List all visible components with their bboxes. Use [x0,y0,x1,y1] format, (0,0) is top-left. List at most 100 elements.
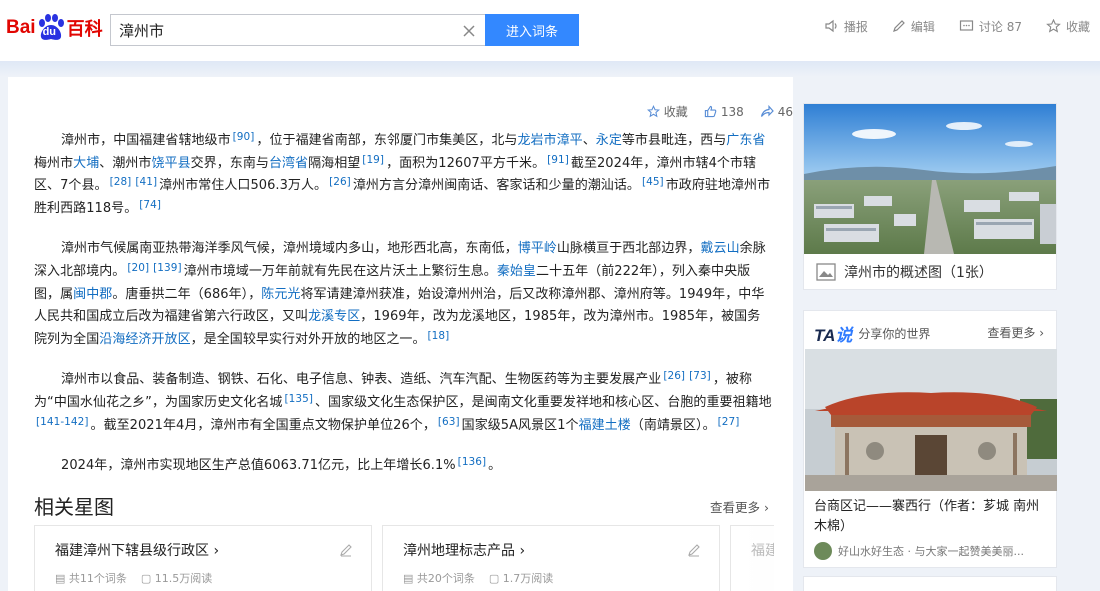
card-title: 漳州地理标志产品 [403,543,515,559]
entry-link[interactable]: 陈元光 [261,287,300,302]
card-entry-count: ▤ 共20个词条 [403,572,475,585]
logo-bai-text: Bai [6,17,36,38]
entry-link[interactable]: 台湾省 [269,156,308,171]
reference[interactable]: [74] [137,199,163,211]
entry-link[interactable]: 闽中郡 [73,287,112,302]
entry-stats: 收藏 138 46 [646,103,793,120]
edit-button[interactable]: 编辑 [892,18,935,35]
share-stat[interactable]: 46 [760,105,793,119]
text: ，面积为12607平方千米。 [386,155,546,171]
reference[interactable]: [63] [436,416,462,428]
enter-entry-button[interactable]: 进入词条 [485,14,579,46]
text: ，是全国较早实行对外开放的地区之一。 [190,331,426,347]
reference[interactable]: [91] [545,154,571,166]
collect-stat[interactable]: 收藏 [646,103,688,120]
pencil-icon[interactable] [687,542,701,561]
text: 。 [488,458,502,474]
author-text: 好山水好生态 · 与大家一起赞美美丽... [838,545,1024,558]
pencil-icon [892,20,905,32]
reference[interactable]: [27] [716,416,742,428]
related-more-label: 查看更多 [710,500,761,515]
logo-du-text: du [42,26,57,38]
reference[interactable]: [136] [456,456,488,468]
entry-link[interactable]: 永定 [596,133,622,148]
text: 漳州市常住人口506.3万人。 [159,178,328,194]
like-stat[interactable]: 138 [704,105,744,119]
entry-link[interactable]: 龙岩市漳平 [517,133,582,148]
ta-shuo-card: TA说 分享你的世界 查看更多 › 台商区记——褰西行（作者：芗城 南州木棉） … [803,310,1057,568]
ta-logo-text: TA [814,326,836,345]
baidu-baike-logo[interactable]: Bai du 百科 [6,12,103,44]
discussion-button[interactable]: 讨论 87 [959,18,1022,35]
starmap-card[interactable]: 漳州地理标志产品 › ▤ 共20个词条 ▢ 1.7万阅读 [382,525,720,591]
entry-link[interactable]: 戴云山 [700,241,739,256]
edit-label: 编辑 [910,19,935,34]
discussion-label: 讨论 87 [978,19,1022,34]
text: 隔海相望 [308,155,361,171]
reference[interactable]: [135] [282,393,314,405]
entry-link[interactable]: 博平岭 [518,241,557,256]
overview-image-card[interactable]: 漳州市的概述图（1张） [803,103,1057,290]
related-more-link[interactable]: 查看更多 › [710,497,769,516]
reference[interactable]: [19] [360,154,386,166]
entry-link[interactable]: 饶平县 [151,156,190,171]
card-title: 福建漳州下辖县级行政区 [55,543,209,559]
sidebar-next-card [803,576,1057,591]
overview-image-caption[interactable]: 漳州市的概述图（1张） [816,262,993,282]
reference[interactable]: [45] [640,176,666,188]
reference[interactable]: [26] [327,176,353,188]
search-input[interactable] [119,16,449,44]
broadcast-button[interactable]: 播报 [824,18,868,35]
city-aerial-photo [804,104,1056,254]
text: 等市县毗连，西与 [621,133,727,148]
reference[interactable]: [41] [133,176,159,188]
reference[interactable]: [139] [151,262,183,274]
ta-post-author[interactable]: 好山水好生态 · 与大家一起赞美美丽... [814,542,1024,560]
entry-link[interactable]: 沿海经济开放区 [99,332,190,347]
collect-label: 收藏 [1065,19,1090,34]
text: 。唐垂拱二年（686年）， [112,286,262,302]
ta-more-link[interactable]: 查看更多 › [987,324,1044,341]
reference[interactable]: [18] [426,330,452,342]
starmap-card[interactable]: 福建漳州下辖县级行政区 › ▤ 共11个词条 ▢ 11.5万阅读 [34,525,372,591]
pencil-icon[interactable] [339,542,353,561]
ta-post-title[interactable]: 台商区记——褰西行（作者：芗城 南州木棉） [814,497,1050,537]
temple-photo[interactable] [805,349,1057,491]
entry-link[interactable]: 福建土楼 [579,418,631,433]
entry-link[interactable]: 广东省 [726,133,765,148]
top-actions: 播报 编辑 讨论 87 收藏 [824,16,1090,36]
avatar [814,542,832,560]
reference[interactable]: [26] [661,370,687,382]
clear-icon[interactable] [462,23,476,37]
paragraph-3: 漳州市以食品、装备制造、钢铁、石化、电子信息、钟表、造纸、汽车汽配、生物医药等为… [34,369,772,437]
ta-header: TA说 分享你的世界 [814,321,930,346]
paw-icon: du [37,14,65,42]
starmap-card[interactable]: 福建 [730,525,774,591]
star-icon [646,105,660,118]
reference[interactable]: [20] [125,262,151,274]
entry-link[interactable]: 秦始皇 [497,264,536,279]
text: 、潮州市 [99,155,152,171]
text: 、 [582,133,596,148]
reference[interactable]: [73] [687,370,713,382]
paragraph-4: 2024年，漳州市实现地区生产总值6063.71亿元，比上年增长6.1% [136… [34,455,772,478]
count-text: 共11个词条 [68,572,127,585]
collect-button[interactable]: 收藏 [1046,18,1090,35]
text: 、国家级文化生态保护区，是闽南文化重要发祥地和核心区、台胞的重要祖籍地 [314,394,772,410]
caption-text: 漳州市的概述图（1张） [844,265,993,281]
logo-baike-text: 百科 [66,19,103,39]
entry-link[interactable]: 龙溪专区 [308,309,360,324]
ta-slogan: 分享你的世界 [858,327,931,341]
text: 漳州市气候属南亚热带海洋季风气候，漳州境域内多山，地形西北高，东南低， [61,241,518,257]
reference[interactable]: [141-142] [34,416,91,428]
reference[interactable]: [28] [108,176,134,188]
collect-stat-label: 收藏 [663,105,688,119]
text: 山脉横亘于西北部边界， [556,241,701,257]
entry-link[interactable]: 大埔 [73,156,99,171]
text: 梅州市 [34,155,74,171]
reference[interactable]: [90] [231,131,257,143]
chevron-right-icon: › [519,543,526,559]
broadcast-label: 播报 [843,19,868,34]
star-icon [1046,19,1061,33]
thumbs-up-icon [704,105,717,118]
